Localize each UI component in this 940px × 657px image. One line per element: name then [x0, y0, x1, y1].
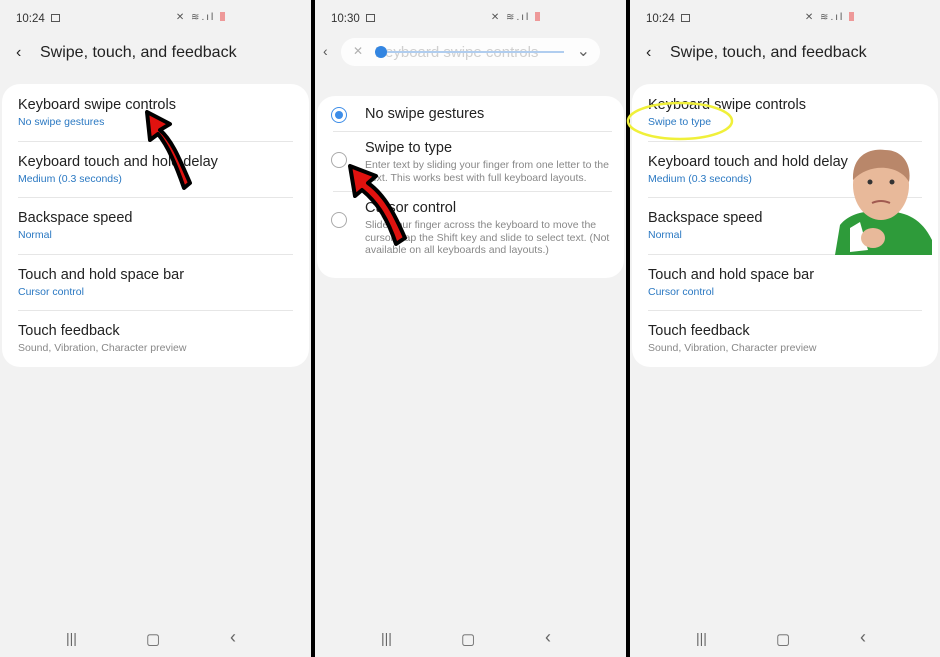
red-arrow-annotation [145, 110, 192, 190]
red-arrow-annotation [348, 164, 407, 246]
highlight-circle-annotation [626, 101, 734, 141]
annotations [145, 101, 932, 255]
success-kid-image [835, 149, 932, 255]
